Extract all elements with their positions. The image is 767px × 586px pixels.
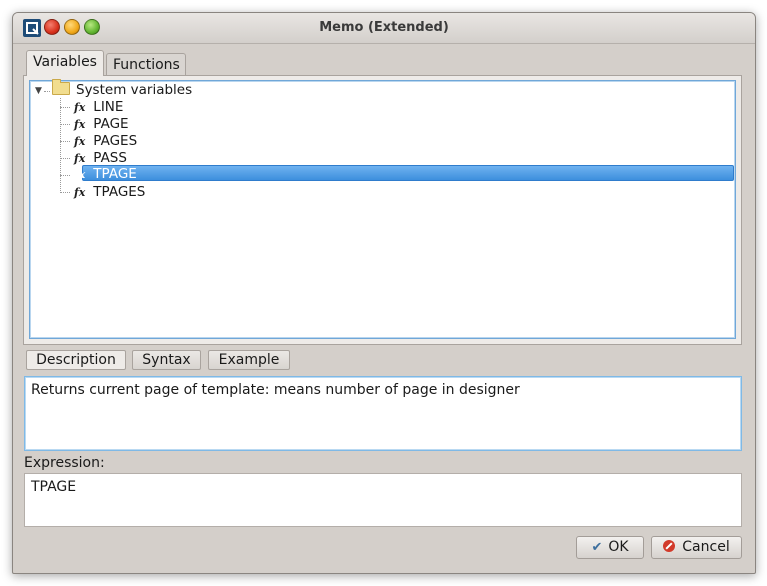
memo-dialog: Memo (Extended) Variables Functions ▼ Sy…: [12, 12, 756, 574]
tree-item-label: TPAGE: [93, 166, 137, 182]
tree-item-label: PAGE: [93, 116, 129, 132]
description-text: Returns current page of template: means …: [24, 376, 742, 451]
function-icon: fx: [74, 168, 86, 181]
variables-tree[interactable]: ▼ System variables fx LINE fx PAGE fx PAGES: [29, 79, 736, 339]
tree-item-page[interactable]: fx PAGE: [74, 116, 129, 133]
variables-panel: ▼ System variables fx LINE fx PAGE fx PAGES: [23, 75, 742, 345]
tree-item-label: LINE: [93, 99, 124, 115]
function-icon: fx: [74, 152, 86, 165]
function-icon: fx: [74, 135, 86, 148]
window-title: Memo (Extended): [319, 20, 449, 35]
tab-syntax[interactable]: Syntax: [132, 350, 201, 370]
expression-field[interactable]: TPAGE: [24, 473, 742, 527]
folder-icon: [52, 79, 70, 95]
cancel-button[interactable]: Cancel: [651, 536, 742, 559]
tree-connector: [44, 91, 50, 92]
tree-item-label: PASS: [93, 150, 127, 166]
selection-highlight: [82, 165, 734, 181]
tree-item-label: TPAGES: [93, 184, 146, 200]
tree-root-label: System variables: [76, 82, 193, 98]
tree-item-label: PAGES: [93, 133, 138, 149]
tree-connector: [60, 175, 70, 176]
tree-connector: [60, 141, 70, 142]
tree-item-pages[interactable]: fx PAGES: [74, 133, 137, 150]
cancel-icon: [663, 540, 676, 552]
function-icon: fx: [74, 101, 86, 114]
ok-button[interactable]: ✔ OK: [576, 536, 644, 559]
tree-item-tpages[interactable]: fx TPAGES: [74, 184, 145, 201]
collapse-arrow-icon[interactable]: ▼: [35, 86, 42, 96]
function-icon: fx: [74, 118, 86, 131]
tree-item-tpage[interactable]: fx TPAGE: [74, 166, 137, 183]
cancel-label: Cancel: [682, 539, 730, 555]
tree-connector: [60, 98, 61, 191]
title-bar[interactable]: Memo (Extended): [13, 13, 755, 44]
tab-example[interactable]: Example: [208, 350, 290, 370]
tree-connector: [60, 158, 70, 159]
function-icon: fx: [74, 186, 86, 199]
tree-item-line[interactable]: fx LINE: [74, 99, 123, 116]
expression-label: Expression:: [24, 455, 105, 471]
tree-connector: [60, 124, 70, 125]
tree-root-system-variables[interactable]: System variables: [52, 79, 193, 99]
tab-description[interactable]: Description: [26, 350, 126, 370]
ok-label: OK: [608, 539, 629, 555]
tree-connector: [60, 107, 70, 108]
check-icon: ✔: [591, 540, 603, 555]
tab-functions[interactable]: Functions: [106, 53, 186, 77]
tree-connector: [60, 192, 70, 193]
tab-variables[interactable]: Variables: [26, 50, 104, 76]
